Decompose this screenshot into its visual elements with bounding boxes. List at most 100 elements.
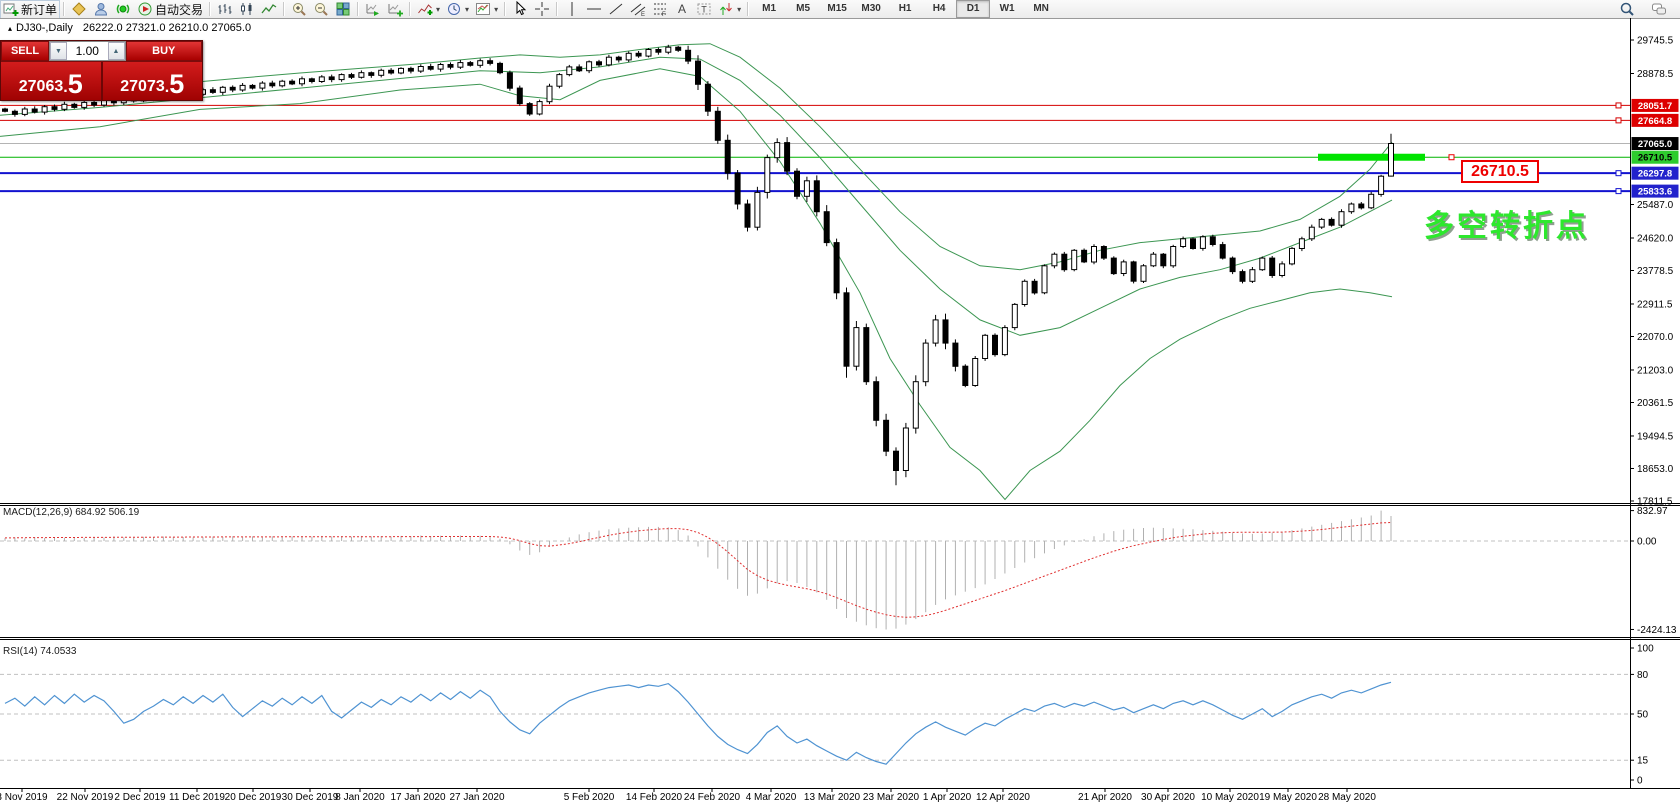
candle xyxy=(328,76,335,81)
new-order-button-label: 新订单 xyxy=(21,2,58,17)
candle xyxy=(239,84,246,91)
candle xyxy=(348,74,355,78)
candle xyxy=(437,64,444,70)
cursor-tool-button[interactable] xyxy=(509,0,531,19)
horizontal-line-tool-button[interactable] xyxy=(583,0,605,19)
chevron-down-icon[interactable]: ▾ xyxy=(465,5,469,14)
date-label: 11 Dec 2019 xyxy=(169,792,225,803)
auto-scroll-button[interactable] xyxy=(362,0,384,19)
channel-tool-button[interactable]: E xyxy=(627,0,649,19)
collapse-arrow-icon[interactable]: ▴ xyxy=(8,24,12,33)
arrows-tool-button[interactable]: ▾ xyxy=(715,0,744,19)
candle xyxy=(279,80,286,87)
candle xyxy=(645,49,652,57)
sell-price[interactable]: 27063. 5 xyxy=(1,62,101,100)
date-label: 28 May 2020 xyxy=(1318,792,1376,803)
sell-button[interactable]: SELL xyxy=(1,41,49,61)
price-tick-label: 18653.0 xyxy=(1637,464,1674,475)
indicators-button[interactable]: ▾ xyxy=(414,0,443,19)
timeframe-w1-button[interactable]: W1 xyxy=(990,0,1024,18)
volume-up-button[interactable]: ▲ xyxy=(107,42,125,60)
text-tool-button[interactable]: A xyxy=(671,0,693,19)
timeframe-h1-button[interactable]: H1 xyxy=(888,0,922,18)
price-badge-label: 27664.8 xyxy=(1638,116,1672,127)
toolbar-separator xyxy=(63,2,66,16)
chevron-down-icon[interactable]: ▾ xyxy=(436,5,440,14)
candle xyxy=(11,110,18,115)
chart-shift-button[interactable] xyxy=(384,0,406,19)
candle xyxy=(81,101,88,108)
chevron-down-icon[interactable]: ▾ xyxy=(737,5,741,14)
volume-input[interactable]: 1.00 xyxy=(67,42,108,60)
candle xyxy=(992,334,998,356)
zoom-out-button[interactable] xyxy=(310,0,332,19)
rsi-value: 74.0533 xyxy=(40,646,77,657)
chart-shift-icon xyxy=(388,4,404,17)
timeframe-m5-button[interactable]: M5 xyxy=(786,0,820,18)
new-order-button[interactable]: 新订单 xyxy=(0,0,61,19)
price-tick-label: 20361.5 xyxy=(1637,398,1674,409)
candle xyxy=(31,108,38,113)
annotation-text: 多空转折点 xyxy=(1424,210,1589,243)
periods-button[interactable]: ▾ xyxy=(443,0,472,19)
date-label: 3 Nov 2019 xyxy=(0,792,48,803)
chat-button[interactable] xyxy=(1648,0,1670,19)
level-marker xyxy=(1615,188,1622,195)
zoom-in-button[interactable] xyxy=(288,0,310,19)
timeframe-m15-button[interactable]: M15 xyxy=(820,0,854,18)
highlight-bar[interactable] xyxy=(1318,153,1425,161)
macd-histogram xyxy=(4,510,1392,630)
community-button[interactable] xyxy=(90,0,112,19)
timeframe-m30-button[interactable]: M30 xyxy=(854,0,888,18)
rsi-tick-label: 50 xyxy=(1637,710,1649,721)
candle xyxy=(655,49,662,53)
candle xyxy=(823,211,830,244)
market-watch-button[interactable] xyxy=(68,0,90,19)
timeframe-d1-button[interactable]: D1 xyxy=(956,0,991,18)
date-label: 22 Nov 2019 xyxy=(57,792,114,803)
candlestick-chart-button[interactable] xyxy=(236,0,258,19)
candle xyxy=(962,365,969,387)
price-tick-label: 25487.0 xyxy=(1637,200,1674,211)
candle xyxy=(734,172,741,205)
candle xyxy=(1318,218,1325,228)
horizontal-line-tool-icon xyxy=(587,8,602,10)
price-badge-label: 25833.6 xyxy=(1638,187,1672,198)
crosshair-tool-button[interactable] xyxy=(531,0,553,19)
timeframe-h4-button[interactable]: H4 xyxy=(922,0,956,18)
chart-canvas[interactable]: 29745.5 28878.5 25487.0 24620.0 23778.5 22911… xyxy=(0,18,1680,807)
chevron-down-icon[interactable]: ▾ xyxy=(494,5,498,14)
timeframe-mn-button[interactable]: MN xyxy=(1024,0,1058,18)
date-label: 27 Jan 2020 xyxy=(449,792,504,803)
bar-chart-button[interactable] xyxy=(214,0,236,19)
buy-button[interactable]: BUY xyxy=(125,41,202,61)
fibonacci-tool-button[interactable]: F xyxy=(649,0,671,19)
chat-icon xyxy=(1652,3,1666,15)
rsi-name: RSI(14) xyxy=(3,646,38,657)
line-chart-button[interactable] xyxy=(258,0,280,19)
candle xyxy=(695,60,701,85)
toolbar-separator xyxy=(556,2,559,16)
date-label: 4 Mar 2020 xyxy=(746,792,797,803)
timeframe-m1-button[interactable]: M1 xyxy=(752,0,786,18)
vertical-line-tool-button[interactable] xyxy=(561,0,583,19)
candle xyxy=(1219,244,1226,259)
price-tick-label: 23778.5 xyxy=(1637,266,1674,277)
vertical-line-tool-icon xyxy=(571,2,573,16)
candle xyxy=(803,180,810,197)
tile-windows-icon xyxy=(336,2,350,16)
signals-button[interactable] xyxy=(112,0,134,19)
trendline-tool-icon xyxy=(609,3,623,15)
candle xyxy=(1160,253,1167,267)
candle xyxy=(1081,249,1088,263)
price-callout-box[interactable]: 26710.5 xyxy=(1461,160,1539,183)
text-label-tool-button[interactable]: T xyxy=(693,0,715,19)
templates-button[interactable]: ▾ xyxy=(472,0,501,19)
tile-windows-button[interactable] xyxy=(332,0,354,19)
trendline-tool-button[interactable] xyxy=(605,0,627,19)
volume-down-button[interactable]: ▼ xyxy=(50,42,67,60)
buy-price[interactable]: 27073. 5 xyxy=(100,62,202,100)
search-button[interactable] xyxy=(1616,0,1638,19)
auto-trading-button[interactable]: 自动交易 xyxy=(134,0,206,19)
candle xyxy=(308,78,315,82)
